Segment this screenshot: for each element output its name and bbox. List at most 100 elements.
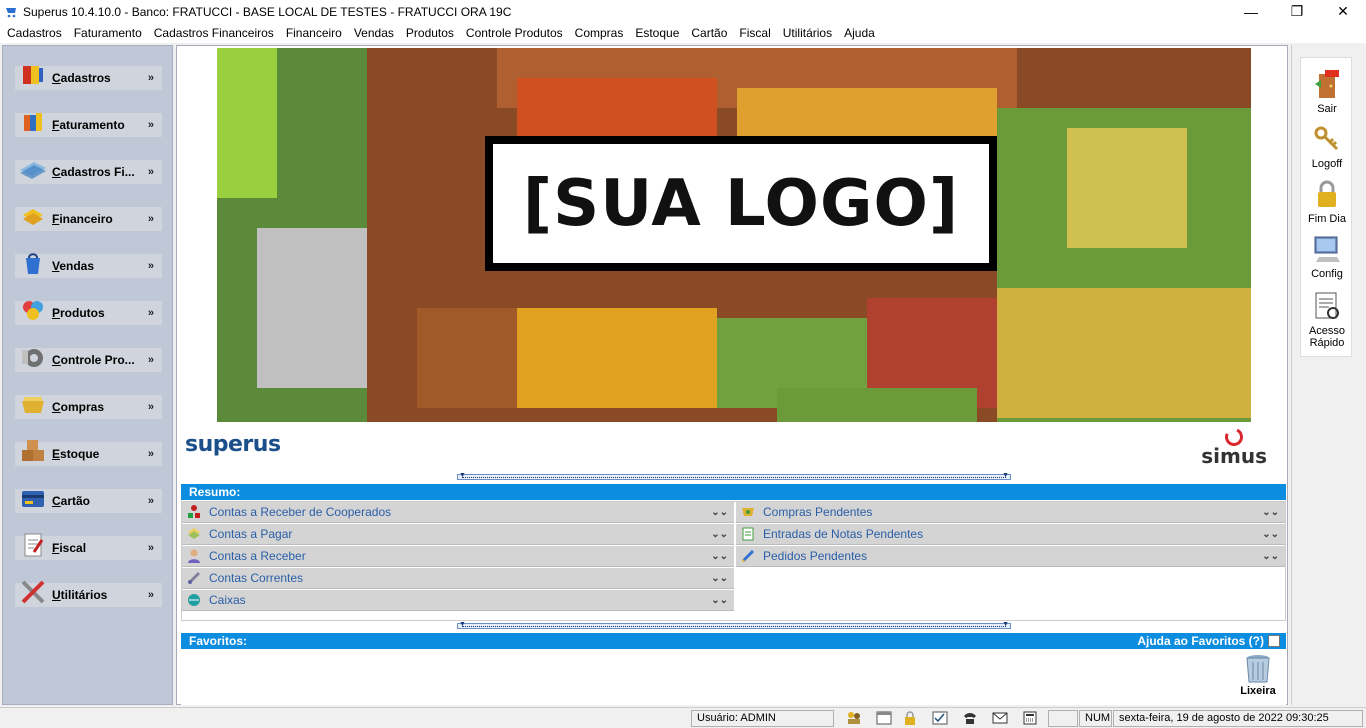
resumo-item-contas-correntes[interactable]: Contas Correntes ⌄⌄ xyxy=(182,568,734,589)
menu-compras[interactable]: Compras xyxy=(569,23,630,43)
mail-icon[interactable] xyxy=(992,711,1008,725)
logo-placeholder: [SUA LOGO] xyxy=(485,136,997,271)
estoque-icon xyxy=(22,440,44,461)
window-title: Superus 10.4.10.0 - Banco: FRATUCCI - BA… xyxy=(23,4,512,19)
sidebar-item-label: Faturamento xyxy=(52,118,125,132)
sidebar-item-cartao[interactable]: Cartão » xyxy=(15,489,162,513)
sidebar-item-label: Utilitários xyxy=(52,588,108,602)
menu-vendas[interactable]: Vendas xyxy=(348,23,400,43)
sidebar-item-cadastros-financeiros[interactable]: Cadastros Fi... » xyxy=(15,160,162,184)
cadastros-financeiros-icon xyxy=(20,162,46,179)
menu-produtos[interactable]: Produtos xyxy=(400,23,460,43)
fim-dia-button[interactable]: Fim Dia xyxy=(1301,178,1353,225)
resumo-item-contas-pagar[interactable]: Contas a Pagar ⌄⌄ xyxy=(182,524,734,545)
sidebar-item-cadastros[interactable]: Cadastros » xyxy=(15,66,162,90)
entradas-notas-icon xyxy=(742,527,754,541)
chevron-down-icon: ⌄⌄ xyxy=(711,594,728,606)
sidebar-item-controle-produtos[interactable]: Controle Pro... » xyxy=(15,348,162,372)
menu-faturamento[interactable]: Faturamento xyxy=(68,23,148,43)
sidebar-item-compras[interactable]: Compras » xyxy=(15,395,162,419)
chevron-down-icon: ⌄⌄ xyxy=(711,550,728,562)
splitter-handle[interactable]: ▼ ▼ xyxy=(457,621,1011,629)
sair-label: Sair xyxy=(1317,103,1337,115)
favoritos-help[interactable]: Ajuda ao Favoritos (?) xyxy=(1137,633,1280,649)
phone-icon[interactable] xyxy=(962,711,978,725)
sidebar-item-utilitarios[interactable]: Utilitários » xyxy=(15,580,162,607)
acesso-rapido-button[interactable]: Acesso Rápido xyxy=(1301,290,1353,349)
favoritos-title: Favoritos: xyxy=(189,634,248,648)
compras-icon xyxy=(22,397,44,413)
chevron-down-icon: » xyxy=(147,589,154,601)
padlock-icon xyxy=(1318,180,1336,207)
sidebar-item-faturamento[interactable]: Faturamento » xyxy=(15,113,162,137)
menu-cadastros-financeiros[interactable]: Cadastros Financeiros xyxy=(148,23,280,43)
close-icon: ✕ xyxy=(1337,3,1349,19)
menu-bar: Cadastros Faturamento Cadastros Financei… xyxy=(0,23,1366,43)
resumo-item-contas-receber[interactable]: Contas a Receber ⌄⌄ xyxy=(182,546,734,567)
lock-icon[interactable] xyxy=(902,711,918,725)
sair-button[interactable]: Sair xyxy=(1301,68,1353,115)
close-button[interactable]: ✕ xyxy=(1320,0,1366,23)
favoritos-help-checkbox[interactable] xyxy=(1268,635,1280,647)
controle-produtos-icon xyxy=(22,349,43,367)
cartao-icon xyxy=(22,491,44,507)
users-icon[interactable] xyxy=(846,711,862,725)
sidebar-item-produtos[interactable]: Produtos » xyxy=(15,301,162,325)
menu-cartao[interactable]: Cartão xyxy=(685,23,733,43)
resumo-item-label: Entradas de Notas Pendentes xyxy=(763,527,924,541)
chevron-down-icon: » xyxy=(147,166,154,178)
sidebar-item-financeiro[interactable]: Financeiro » xyxy=(15,207,162,231)
chevron-down-icon: » xyxy=(147,542,154,554)
keys-icon xyxy=(1314,126,1339,151)
maximize-icon: ❐ xyxy=(1290,3,1304,19)
contas-correntes-icon xyxy=(187,571,201,585)
sidebar-item-vendas[interactable]: Vendas » xyxy=(15,253,162,278)
menu-fiscal[interactable]: Fiscal xyxy=(733,23,776,43)
trash-button[interactable]: Lixeira xyxy=(1236,653,1280,697)
fiscal-icon xyxy=(24,533,44,557)
resumo-item-compras-pendentes[interactable]: Compras Pendentes ⌄⌄ xyxy=(736,502,1285,523)
chevron-down-icon: ⌄⌄ xyxy=(1262,506,1279,518)
chevron-down-icon: » xyxy=(147,448,154,460)
checklist-icon[interactable] xyxy=(932,711,948,725)
sidebar-item-label: Estoque xyxy=(52,447,100,461)
calculator-icon[interactable] xyxy=(1022,711,1038,725)
config-button[interactable]: Config xyxy=(1301,233,1353,280)
sidebar-item-label: Produtos xyxy=(52,306,105,320)
calendar-icon[interactable] xyxy=(876,711,892,725)
splitter-handle[interactable]: ▼ ▼ xyxy=(457,472,1011,480)
config-label: Config xyxy=(1311,268,1343,280)
title-bar: Superus 10.4.10.0 - Banco: FRATUCCI - BA… xyxy=(0,0,1366,23)
resumo-item-label: Contas a Receber xyxy=(209,549,306,563)
contas-receber-icon xyxy=(188,549,200,563)
resumo-title: Resumo: xyxy=(189,485,241,499)
resumo-item-label: Caixas xyxy=(209,593,246,607)
menu-ajuda[interactable]: Ajuda xyxy=(838,23,881,43)
resumo-item-cooperados[interactable]: Contas a Receber de Cooperados ⌄⌄ xyxy=(182,502,734,523)
produtos-icon xyxy=(23,301,43,320)
maximize-button[interactable]: ❐ xyxy=(1274,0,1320,23)
menu-estoque[interactable]: Estoque xyxy=(629,23,685,43)
compras-pendentes-icon xyxy=(742,508,754,516)
sidebar-item-fiscal[interactable]: Fiscal » xyxy=(15,533,162,560)
chevron-down-icon: » xyxy=(147,72,154,84)
sidebar-item-estoque[interactable]: Estoque » xyxy=(15,440,162,466)
menu-financeiro[interactable]: Financeiro xyxy=(280,23,348,43)
sidebar-item-label: Cartão xyxy=(52,494,91,508)
menu-utilitarios[interactable]: Utilitários xyxy=(777,23,838,43)
resumo-item-entradas-notas[interactable]: Entradas de Notas Pendentes ⌄⌄ xyxy=(736,524,1285,545)
menu-controle-produtos[interactable]: Controle Produtos xyxy=(460,23,569,43)
cooperados-icon xyxy=(188,505,200,518)
utilitarios-icon xyxy=(21,580,45,604)
favoritos-header: Favoritos: Ajuda ao Favoritos (?) xyxy=(181,633,1286,649)
chevron-down-icon: ⌄⌄ xyxy=(711,528,728,540)
resumo-item-label: Contas a Pagar xyxy=(209,527,293,541)
resumo-panel: Contas a Receber de Cooperados ⌄⌄ Contas… xyxy=(181,501,1286,621)
status-datetime-text: sexta-feira, 19 de agosto de 2022 09:30:… xyxy=(1119,712,1329,724)
logoff-button[interactable]: Logoff xyxy=(1301,123,1353,170)
resumo-item-caixas[interactable]: Caixas ⌄⌄ xyxy=(182,590,734,611)
exit-door-icon xyxy=(1315,70,1339,98)
resumo-item-pedidos-pendentes[interactable]: Pedidos Pendentes ⌄⌄ xyxy=(736,546,1285,567)
minimize-button[interactable]: — xyxy=(1228,0,1274,23)
menu-cadastros[interactable]: Cadastros xyxy=(1,23,68,43)
